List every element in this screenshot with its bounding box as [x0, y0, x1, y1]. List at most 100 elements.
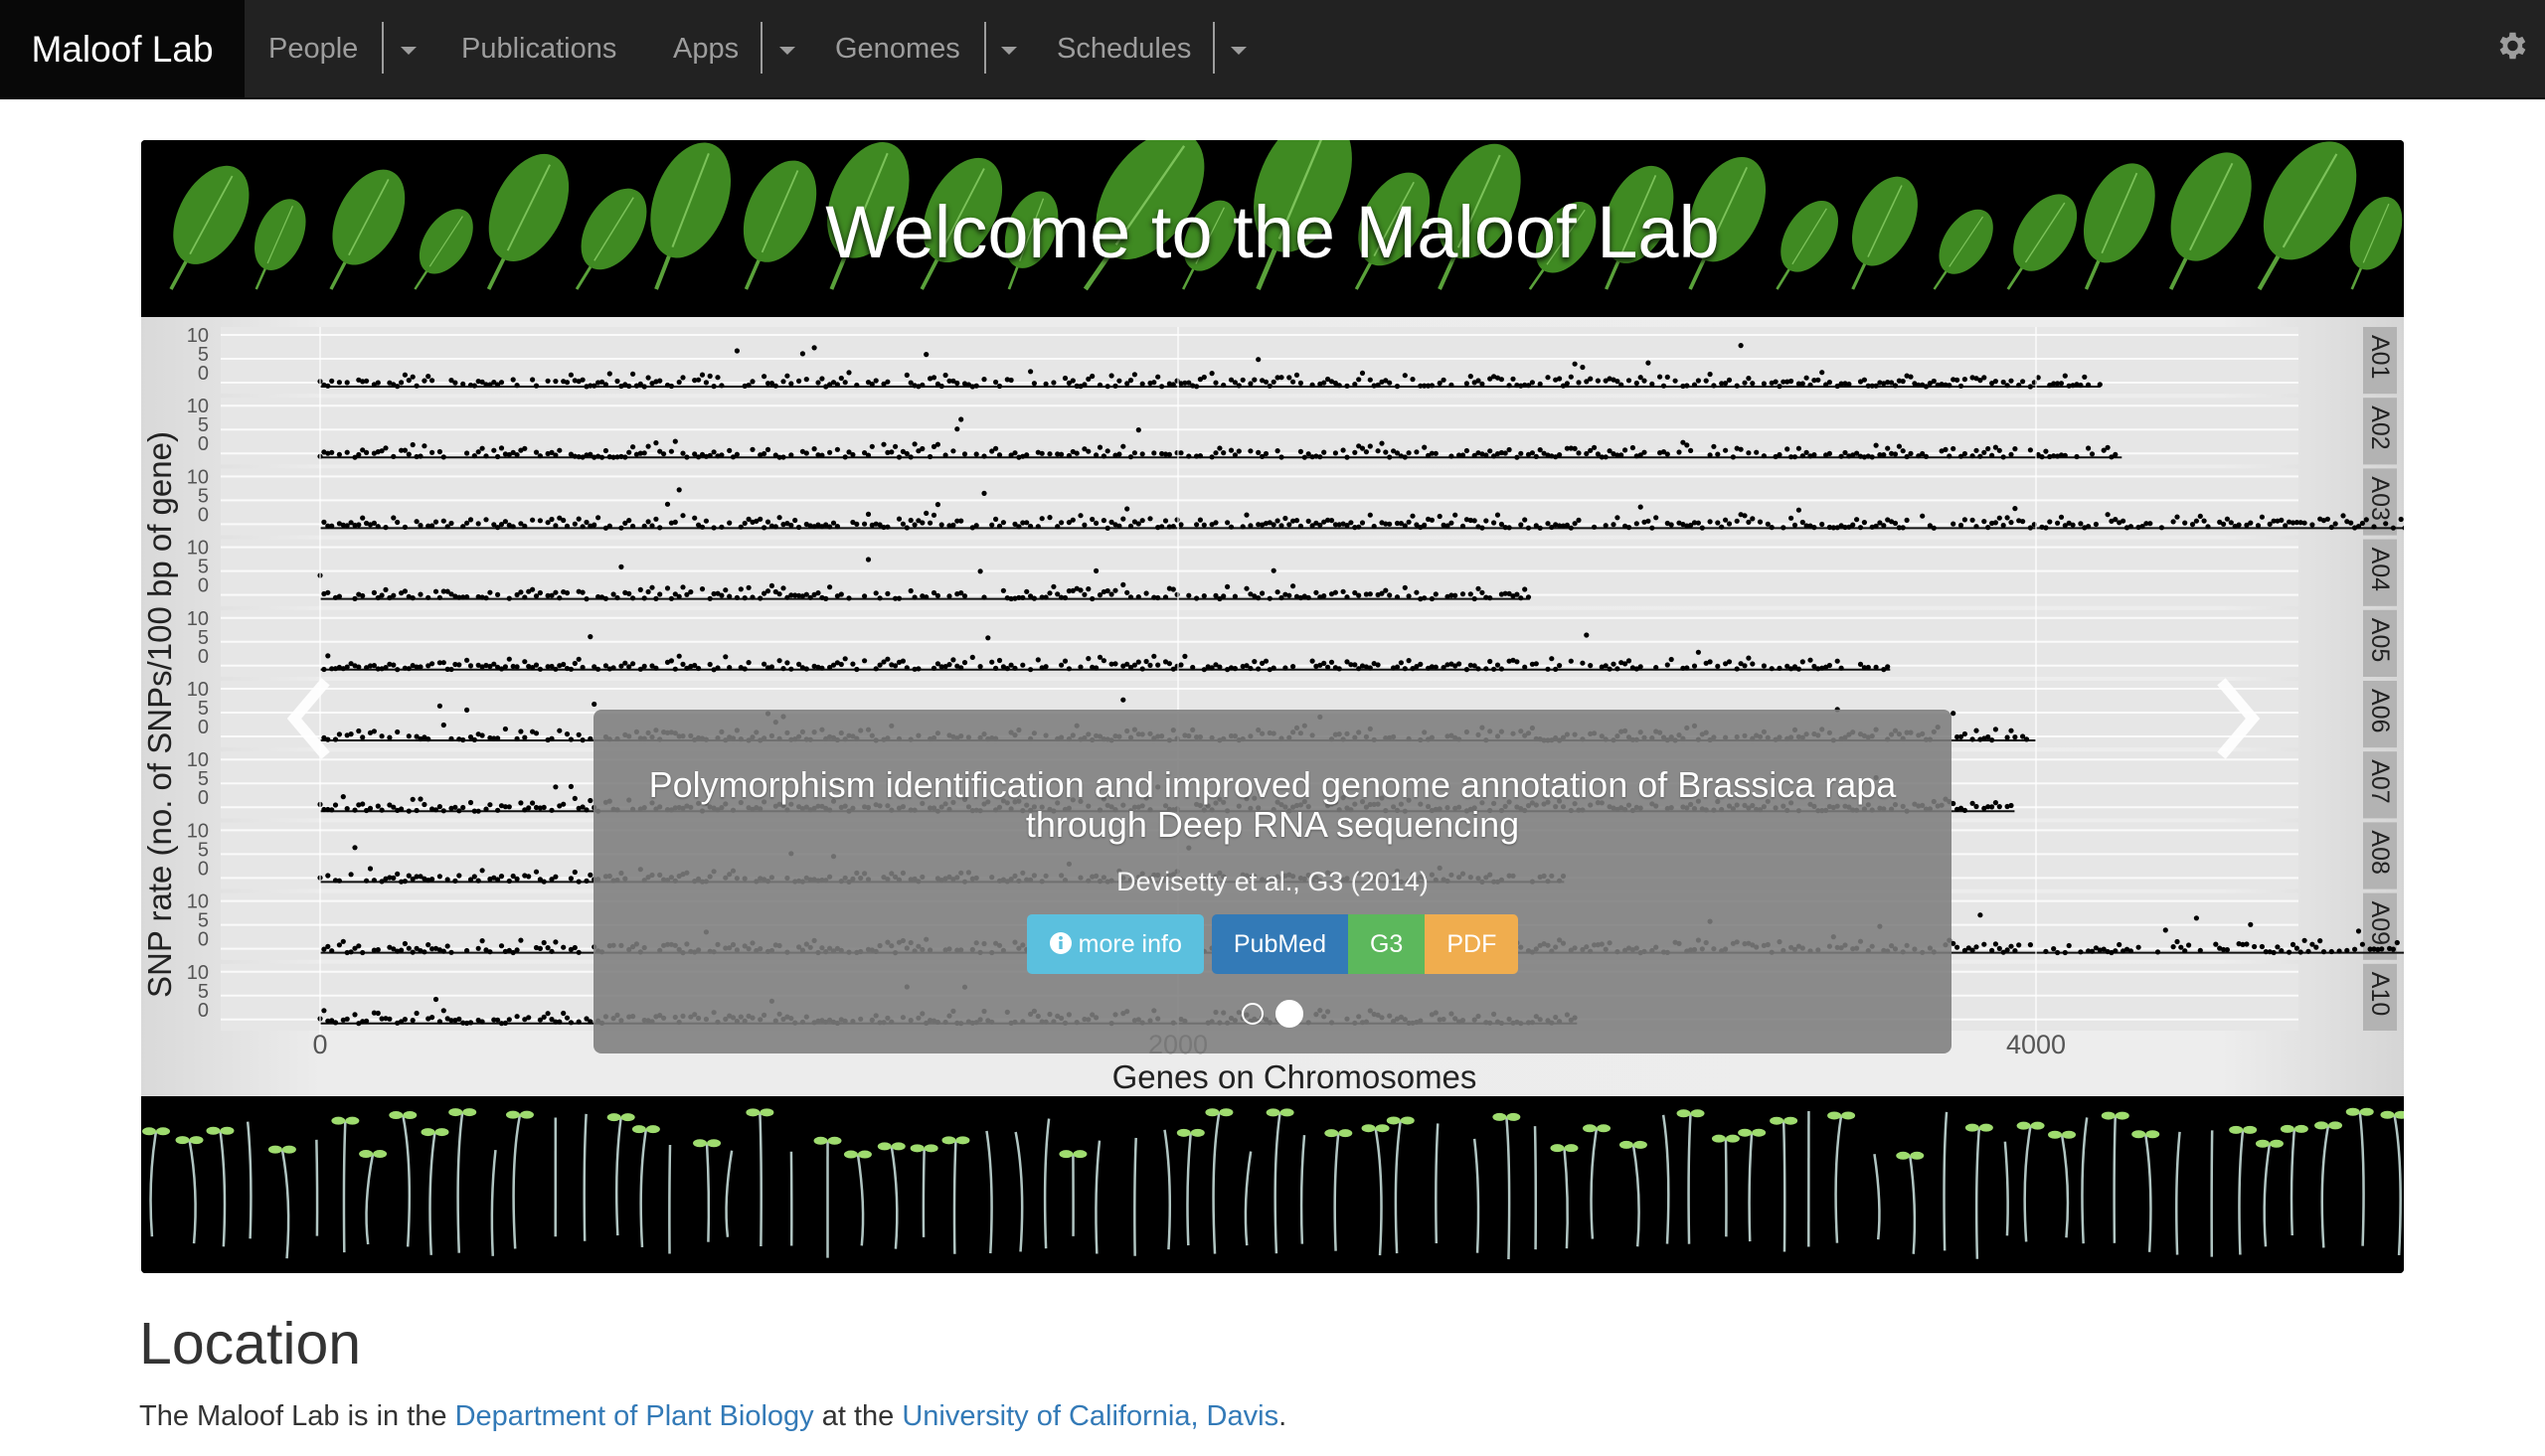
snp-point	[1035, 657, 1041, 663]
pdf-button[interactable]: PDF	[1425, 914, 1519, 974]
nav-schedules[interactable]: Schedules	[1057, 0, 1191, 97]
snp-point	[1668, 522, 1674, 528]
gear-icon[interactable]	[2493, 28, 2529, 64]
plant-biology-link[interactable]: Department of Plant Biology	[455, 1400, 814, 1432]
snp-point	[2259, 514, 2265, 520]
snp-point	[1715, 520, 1721, 526]
more-info-button[interactable]: more info	[1026, 914, 1204, 974]
snp-point	[436, 594, 442, 600]
snp-point	[553, 523, 559, 529]
chart-panel: 1050 A01	[187, 325, 2397, 395]
snp-point	[1082, 591, 1088, 597]
pubmed-button[interactable]: PubMed	[1211, 914, 1348, 974]
snp-point	[1293, 518, 1300, 524]
snp-point	[1742, 513, 1748, 519]
y-tick-label: 0	[198, 646, 209, 668]
snp-point	[356, 451, 362, 458]
snp-point	[1607, 666, 1612, 672]
snp-point	[993, 665, 999, 671]
snp-point	[885, 656, 891, 662]
apps-dropdown-caret-icon[interactable]	[779, 47, 795, 55]
snp-point	[1020, 594, 1026, 600]
people-dropdown-caret-icon[interactable]	[401, 47, 417, 55]
brand-link[interactable]: Maloof Lab	[0, 0, 245, 99]
snp-point	[440, 948, 446, 954]
snp-point	[514, 452, 520, 458]
snp-point	[1194, 384, 1200, 390]
snp-point	[502, 664, 508, 670]
snp-point	[1271, 567, 1276, 573]
snp-point	[1568, 525, 1574, 531]
snp-point	[448, 735, 454, 741]
snp-point	[1992, 520, 1998, 526]
nav-people[interactable]: People	[268, 0, 358, 97]
seedling-shape	[1770, 1116, 1798, 1252]
carousel-indicator-1[interactable]	[1242, 1003, 1264, 1025]
publication-citation: Devisetty et al., G3 (2014)	[1116, 867, 1429, 896]
snp-point	[908, 517, 914, 524]
snp-point	[1166, 451, 1172, 457]
snp-point	[715, 375, 721, 381]
snp-point	[1622, 447, 1628, 453]
snp-point	[1101, 453, 1106, 459]
snp-point	[487, 802, 493, 808]
snp-point	[815, 590, 821, 596]
snp-point	[557, 1019, 563, 1025]
snp-point	[329, 378, 335, 384]
snp-point	[1618, 452, 1624, 458]
snp-point	[1494, 512, 1501, 518]
snp-point	[491, 447, 497, 453]
snp-point	[2078, 521, 2084, 527]
snp-point	[467, 663, 474, 669]
snp-point	[568, 372, 574, 378]
snp-point	[653, 516, 659, 522]
genomes-dropdown-caret-icon[interactable]	[1001, 47, 1017, 55]
snp-point	[402, 524, 408, 530]
snp-point	[432, 996, 439, 1003]
snp-point	[1799, 381, 1805, 387]
snp-point	[1278, 454, 1284, 460]
snp-point	[1557, 376, 1563, 382]
snp-point	[1402, 454, 1408, 460]
snp-point	[1402, 584, 1408, 590]
snp-point	[1522, 664, 1528, 670]
snp-point	[1190, 664, 1196, 671]
snp-point	[506, 1017, 512, 1023]
snp-point	[811, 446, 817, 452]
snp-point	[1031, 381, 1037, 387]
snp-point	[1799, 659, 1805, 665]
snp-point	[1139, 666, 1145, 672]
g3-button[interactable]: G3	[1347, 914, 1426, 974]
snp-point	[2012, 734, 2018, 740]
snp-point	[1750, 661, 1756, 667]
seedling-shape	[1059, 1150, 1088, 1236]
snp-point	[2379, 946, 2385, 952]
snp-point	[1448, 453, 1454, 459]
nav-publications[interactable]: Publications	[461, 0, 616, 97]
nav-apps[interactable]: Apps	[673, 0, 739, 97]
carousel-next-icon[interactable]	[2207, 674, 2267, 763]
carousel-prev-icon[interactable]	[280, 674, 340, 763]
nav-genomes[interactable]: Genomes	[835, 0, 960, 97]
snp-point	[1232, 452, 1238, 458]
snp-point	[1394, 664, 1401, 670]
snp-point	[1892, 383, 1899, 389]
snp-point	[1051, 380, 1057, 386]
snp-point	[580, 524, 586, 530]
snp-point	[969, 654, 975, 660]
snp-point	[2297, 949, 2303, 955]
snp-point	[553, 452, 559, 458]
carousel-indicator-2[interactable]	[1275, 1000, 1303, 1028]
snp-point	[715, 665, 721, 671]
snp-point	[1715, 451, 1721, 457]
snp-point	[1881, 452, 1887, 458]
snp-point	[1024, 520, 1030, 526]
snp-point	[973, 383, 979, 389]
uc-davis-link[interactable]: University of California, Davis	[902, 1400, 1278, 1432]
snp-point	[332, 802, 339, 808]
snp-point	[1494, 662, 1501, 668]
seedling-shape	[631, 1125, 660, 1248]
snp-point	[406, 451, 412, 457]
snp-point	[1757, 519, 1764, 525]
schedules-dropdown-caret-icon[interactable]	[1231, 47, 1247, 55]
